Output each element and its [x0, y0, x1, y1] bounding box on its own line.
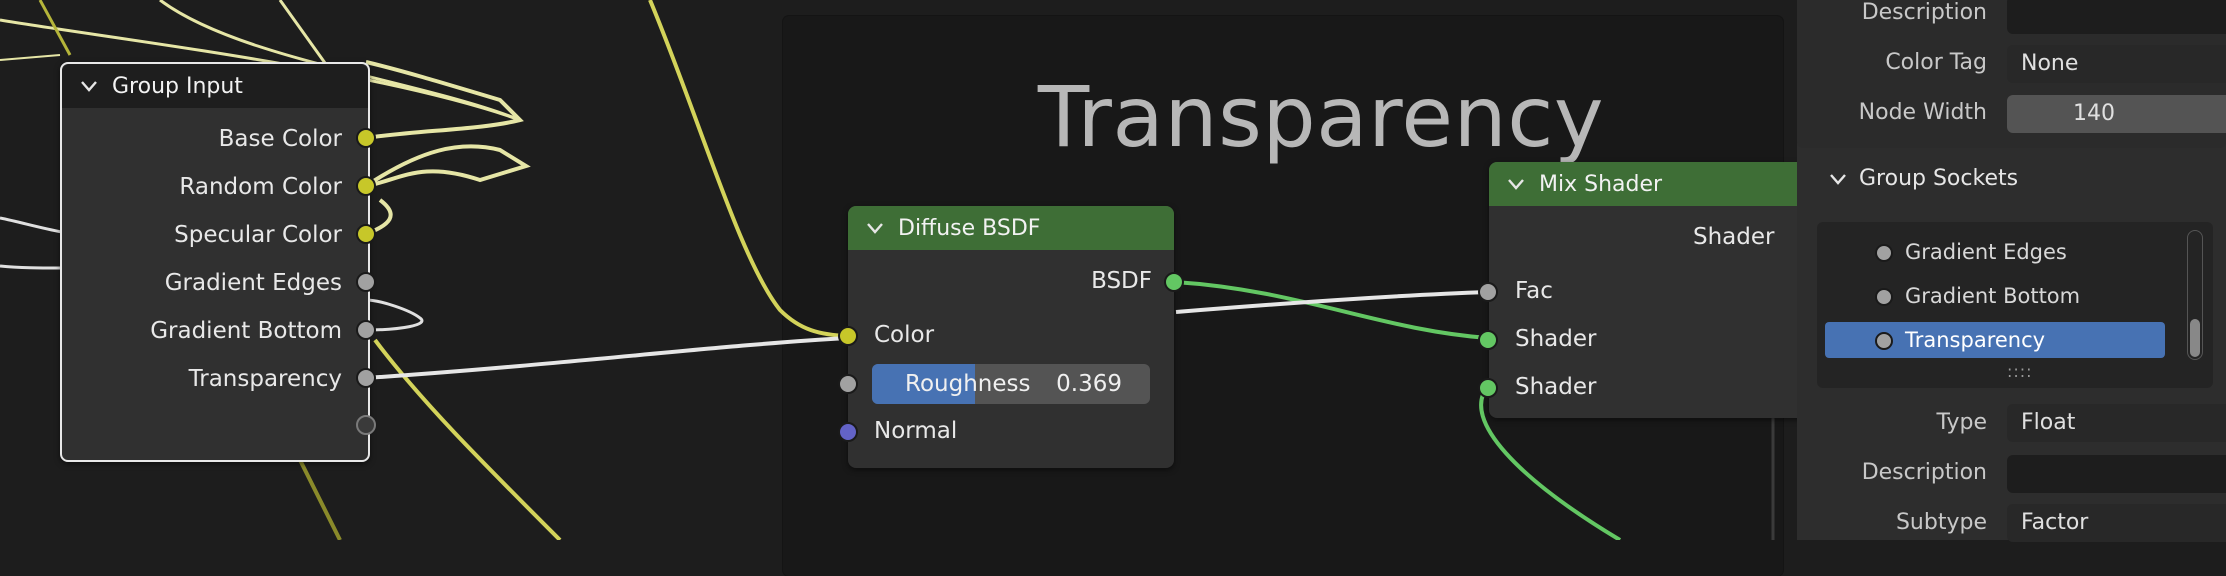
socket-empty[interactable]: [356, 415, 376, 435]
subtype-dropdown[interactable]: Factor: [2007, 504, 2226, 542]
socket-color-input[interactable]: [838, 326, 858, 346]
link-transparency: [365, 336, 849, 380]
node-width-label: Node Width: [1858, 100, 1987, 125]
socket-roughness-input[interactable]: [838, 374, 858, 394]
mix-shader-node[interactable]: Mix Shader Shader Fac Shader Shader: [1489, 162, 1809, 418]
socket-shader1-input[interactable]: [1478, 330, 1498, 350]
socket-gradient-edges[interactable]: [356, 272, 376, 292]
socket-fac-input[interactable]: [1478, 282, 1498, 302]
group-sockets-title: Group Sockets: [1859, 166, 2019, 191]
input-shader2-label: Shader: [1515, 374, 1597, 400]
node-properties-section: Description Color Tag None Node Width 14…: [1797, 0, 2226, 148]
group-input-node[interactable]: Group Input Base Color Random Color Spec…: [60, 62, 370, 462]
list-item[interactable]: Gradient Edges: [1825, 234, 2165, 270]
link-yellow-bg: [38, 0, 72, 56]
group-input-title: Group Input: [112, 73, 243, 99]
description-field[interactable]: [2007, 0, 2226, 34]
input-shader1-label: Shader: [1515, 326, 1597, 352]
link-yellow-down: [373, 338, 562, 540]
link-yellow-bg: [0, 54, 61, 61]
group-sockets-header[interactable]: Group Sockets: [1827, 166, 2018, 191]
link-yellow-bg: [278, 0, 332, 71]
socket-description-label: Description: [1861, 460, 1987, 485]
socket-dot-icon: [1875, 332, 1893, 350]
socket-description-field[interactable]: [2007, 455, 2226, 493]
output-shader: Shader: [1693, 224, 1775, 250]
diffuse-bsdf-header[interactable]: Diffuse BSDF: [848, 206, 1174, 250]
list-resize-grip-icon[interactable]: ::::: [2007, 362, 2033, 381]
group-sockets-list[interactable]: Gradient Edges Gradient Bottom Transpare…: [1817, 222, 2213, 388]
roughness-slider[interactable]: Roughness 0.369: [872, 364, 1150, 404]
output-base-color: Base Color: [218, 126, 342, 152]
link-yellow-bg: [298, 459, 342, 540]
properties-panel: Description Color Tag None Node Width 14…: [1797, 0, 2226, 542]
output-transparency: Transparency: [188, 366, 342, 392]
output-gradient-bottom: Gradient Bottom: [150, 318, 342, 344]
output-specular-color: Specular Color: [174, 222, 342, 248]
socket-gradient-bottom[interactable]: [356, 320, 376, 340]
socket-random-color[interactable]: [356, 176, 376, 196]
socket-dot-icon: [1875, 288, 1893, 306]
input-fac-label: Fac: [1515, 278, 1553, 304]
diffuse-bsdf-title: Diffuse BSDF: [898, 215, 1041, 241]
mix-shader-title: Mix Shader: [1539, 171, 1663, 197]
socket-transparency[interactable]: [356, 368, 376, 388]
color-tag-label: Color Tag: [1885, 50, 1987, 75]
chevron-down-icon[interactable]: [1505, 173, 1527, 195]
group-input-header[interactable]: Group Input: [62, 64, 368, 108]
socket-shader2-input[interactable]: [1478, 378, 1498, 398]
output-random-color: Random Color: [179, 174, 342, 200]
type-dropdown[interactable]: Float: [2007, 404, 2226, 442]
link-white-left: [0, 216, 63, 234]
list-scrollbar[interactable]: [2187, 230, 2203, 360]
output-gradient-edges: Gradient Edges: [164, 270, 342, 296]
list-item-selected[interactable]: Transparency: [1825, 322, 2165, 358]
input-normal-label: Normal: [874, 418, 958, 444]
socket-name: Gradient Bottom: [1905, 284, 2081, 308]
socket-normal-input[interactable]: [838, 422, 858, 442]
chevron-down-icon[interactable]: [1827, 168, 1849, 190]
list-item[interactable]: Gradient Bottom: [1825, 278, 2165, 314]
output-bsdf: BSDF: [1091, 268, 1152, 294]
socket-name: Gradient Edges: [1905, 240, 2067, 264]
link-random-color: [364, 144, 531, 188]
socket-specular-color[interactable]: [356, 224, 376, 244]
description-label: Description: [1861, 0, 1987, 25]
diffuse-bsdf-node[interactable]: Diffuse BSDF BSDF Color Normal: [848, 206, 1174, 468]
socket-dot-icon: [1875, 244, 1893, 262]
node-width-field[interactable]: 140: [2007, 95, 2226, 133]
color-tag-dropdown[interactable]: None: [2007, 45, 2226, 83]
subtype-label: Subtype: [1895, 510, 1987, 535]
mix-shader-header[interactable]: Mix Shader: [1489, 162, 1809, 206]
input-color-label: Color: [874, 322, 935, 348]
chevron-down-icon[interactable]: [78, 75, 100, 97]
link-white-left: [0, 264, 63, 270]
roughness-label: Roughness: [905, 371, 1031, 397]
list-scrollbar-thumb[interactable]: [2190, 319, 2200, 357]
socket-name: Transparency: [1905, 328, 2046, 352]
link-base-color: [365, 60, 524, 140]
chevron-down-icon[interactable]: [864, 217, 886, 239]
type-label: Type: [1936, 410, 1987, 435]
socket-bsdf-output[interactable]: [1164, 272, 1184, 292]
socket-base-color[interactable]: [356, 128, 376, 148]
roughness-value: 0.369: [1056, 371, 1122, 397]
